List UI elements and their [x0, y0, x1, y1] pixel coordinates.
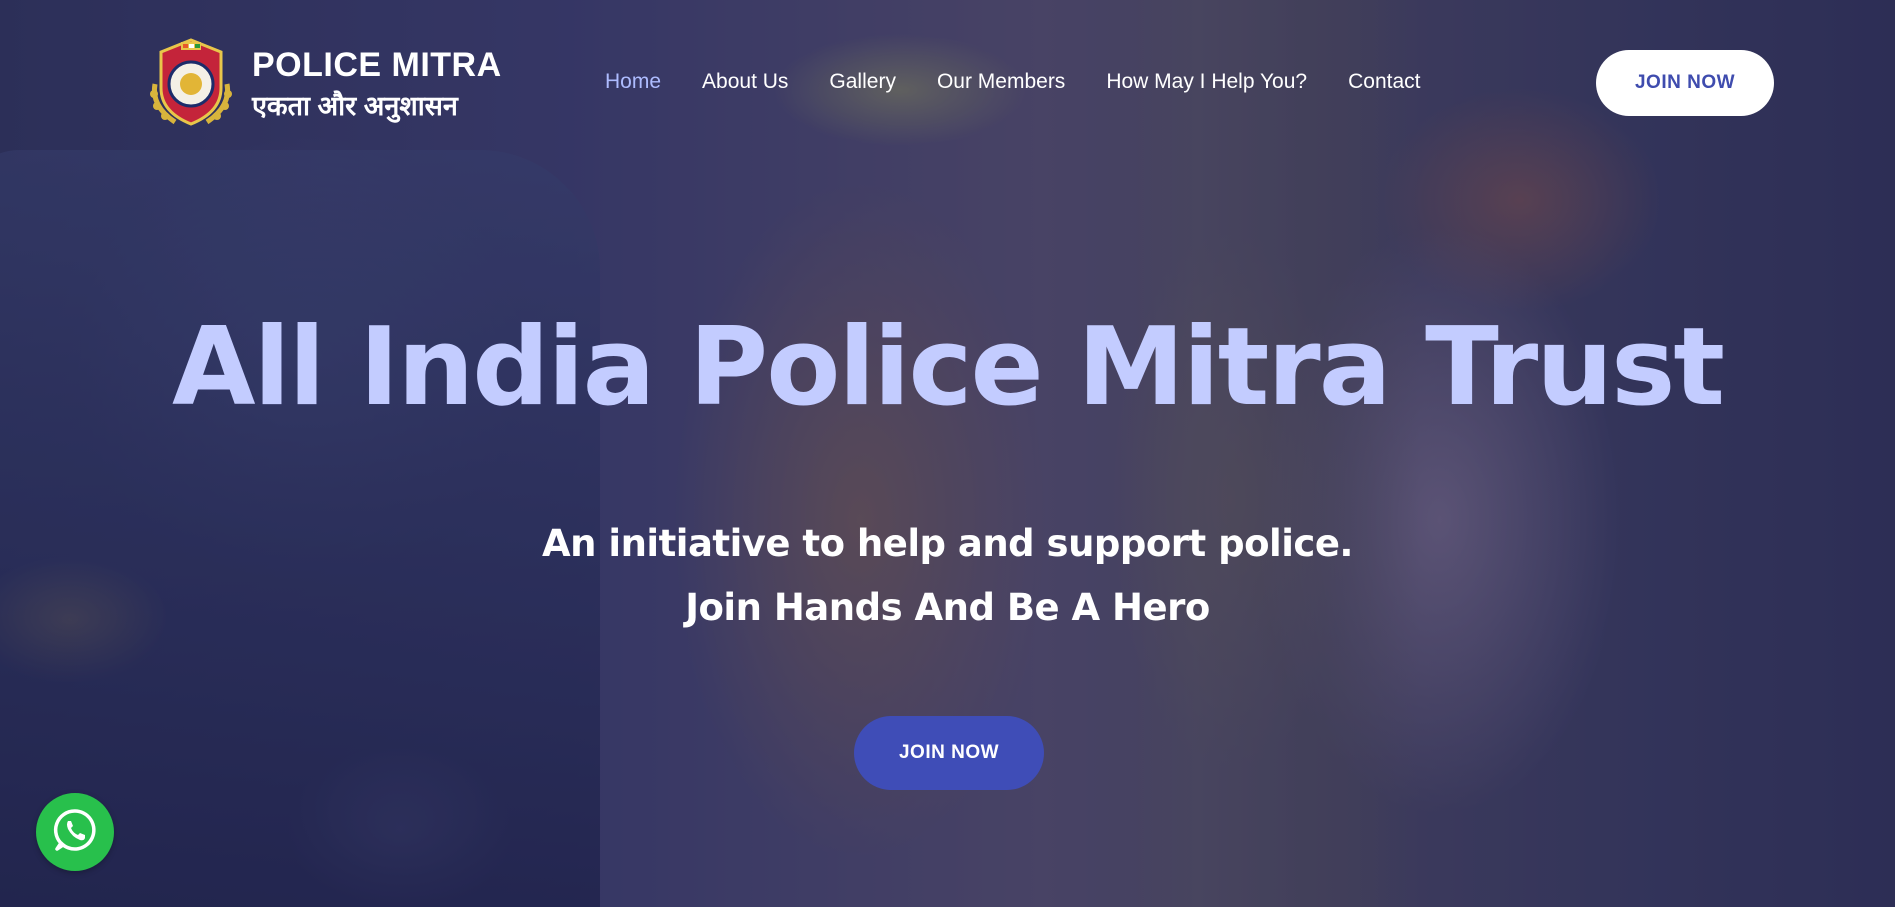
main-nav: Home About Us Gallery Our Members How Ma… [605, 70, 1420, 94]
brand-tagline: एकता और अनुशासन [252, 91, 458, 121]
hero-tagline: Join Hands And Be A Hero [685, 586, 1210, 629]
nav-our-members[interactable]: Our Members [937, 70, 1065, 94]
nav-gallery[interactable]: Gallery [829, 70, 896, 94]
whatsapp-chat-button[interactable] [36, 793, 114, 871]
header-join-now-button[interactable]: JOIN NOW [1596, 50, 1774, 116]
hero-join-now-button[interactable]: JOIN NOW [854, 716, 1044, 790]
hero-title: All India Police Mitra Trust [171, 305, 1725, 430]
nav-contact[interactable]: Contact [1348, 70, 1420, 94]
whatsapp-icon [52, 807, 98, 857]
nav-how-may-i-help-you[interactable]: How May I Help You? [1106, 70, 1307, 94]
brand-title[interactable]: POLICE MITRA [252, 46, 502, 85]
hero-section: POLICE MITRA एकता और अनुशासन Home About … [0, 0, 1895, 907]
nav-home[interactable]: Home [605, 70, 661, 94]
hero-subtitle: An initiative to help and support police… [542, 522, 1353, 565]
nav-about-us[interactable]: About Us [702, 70, 788, 94]
police-badge-logo-icon[interactable] [145, 34, 237, 130]
